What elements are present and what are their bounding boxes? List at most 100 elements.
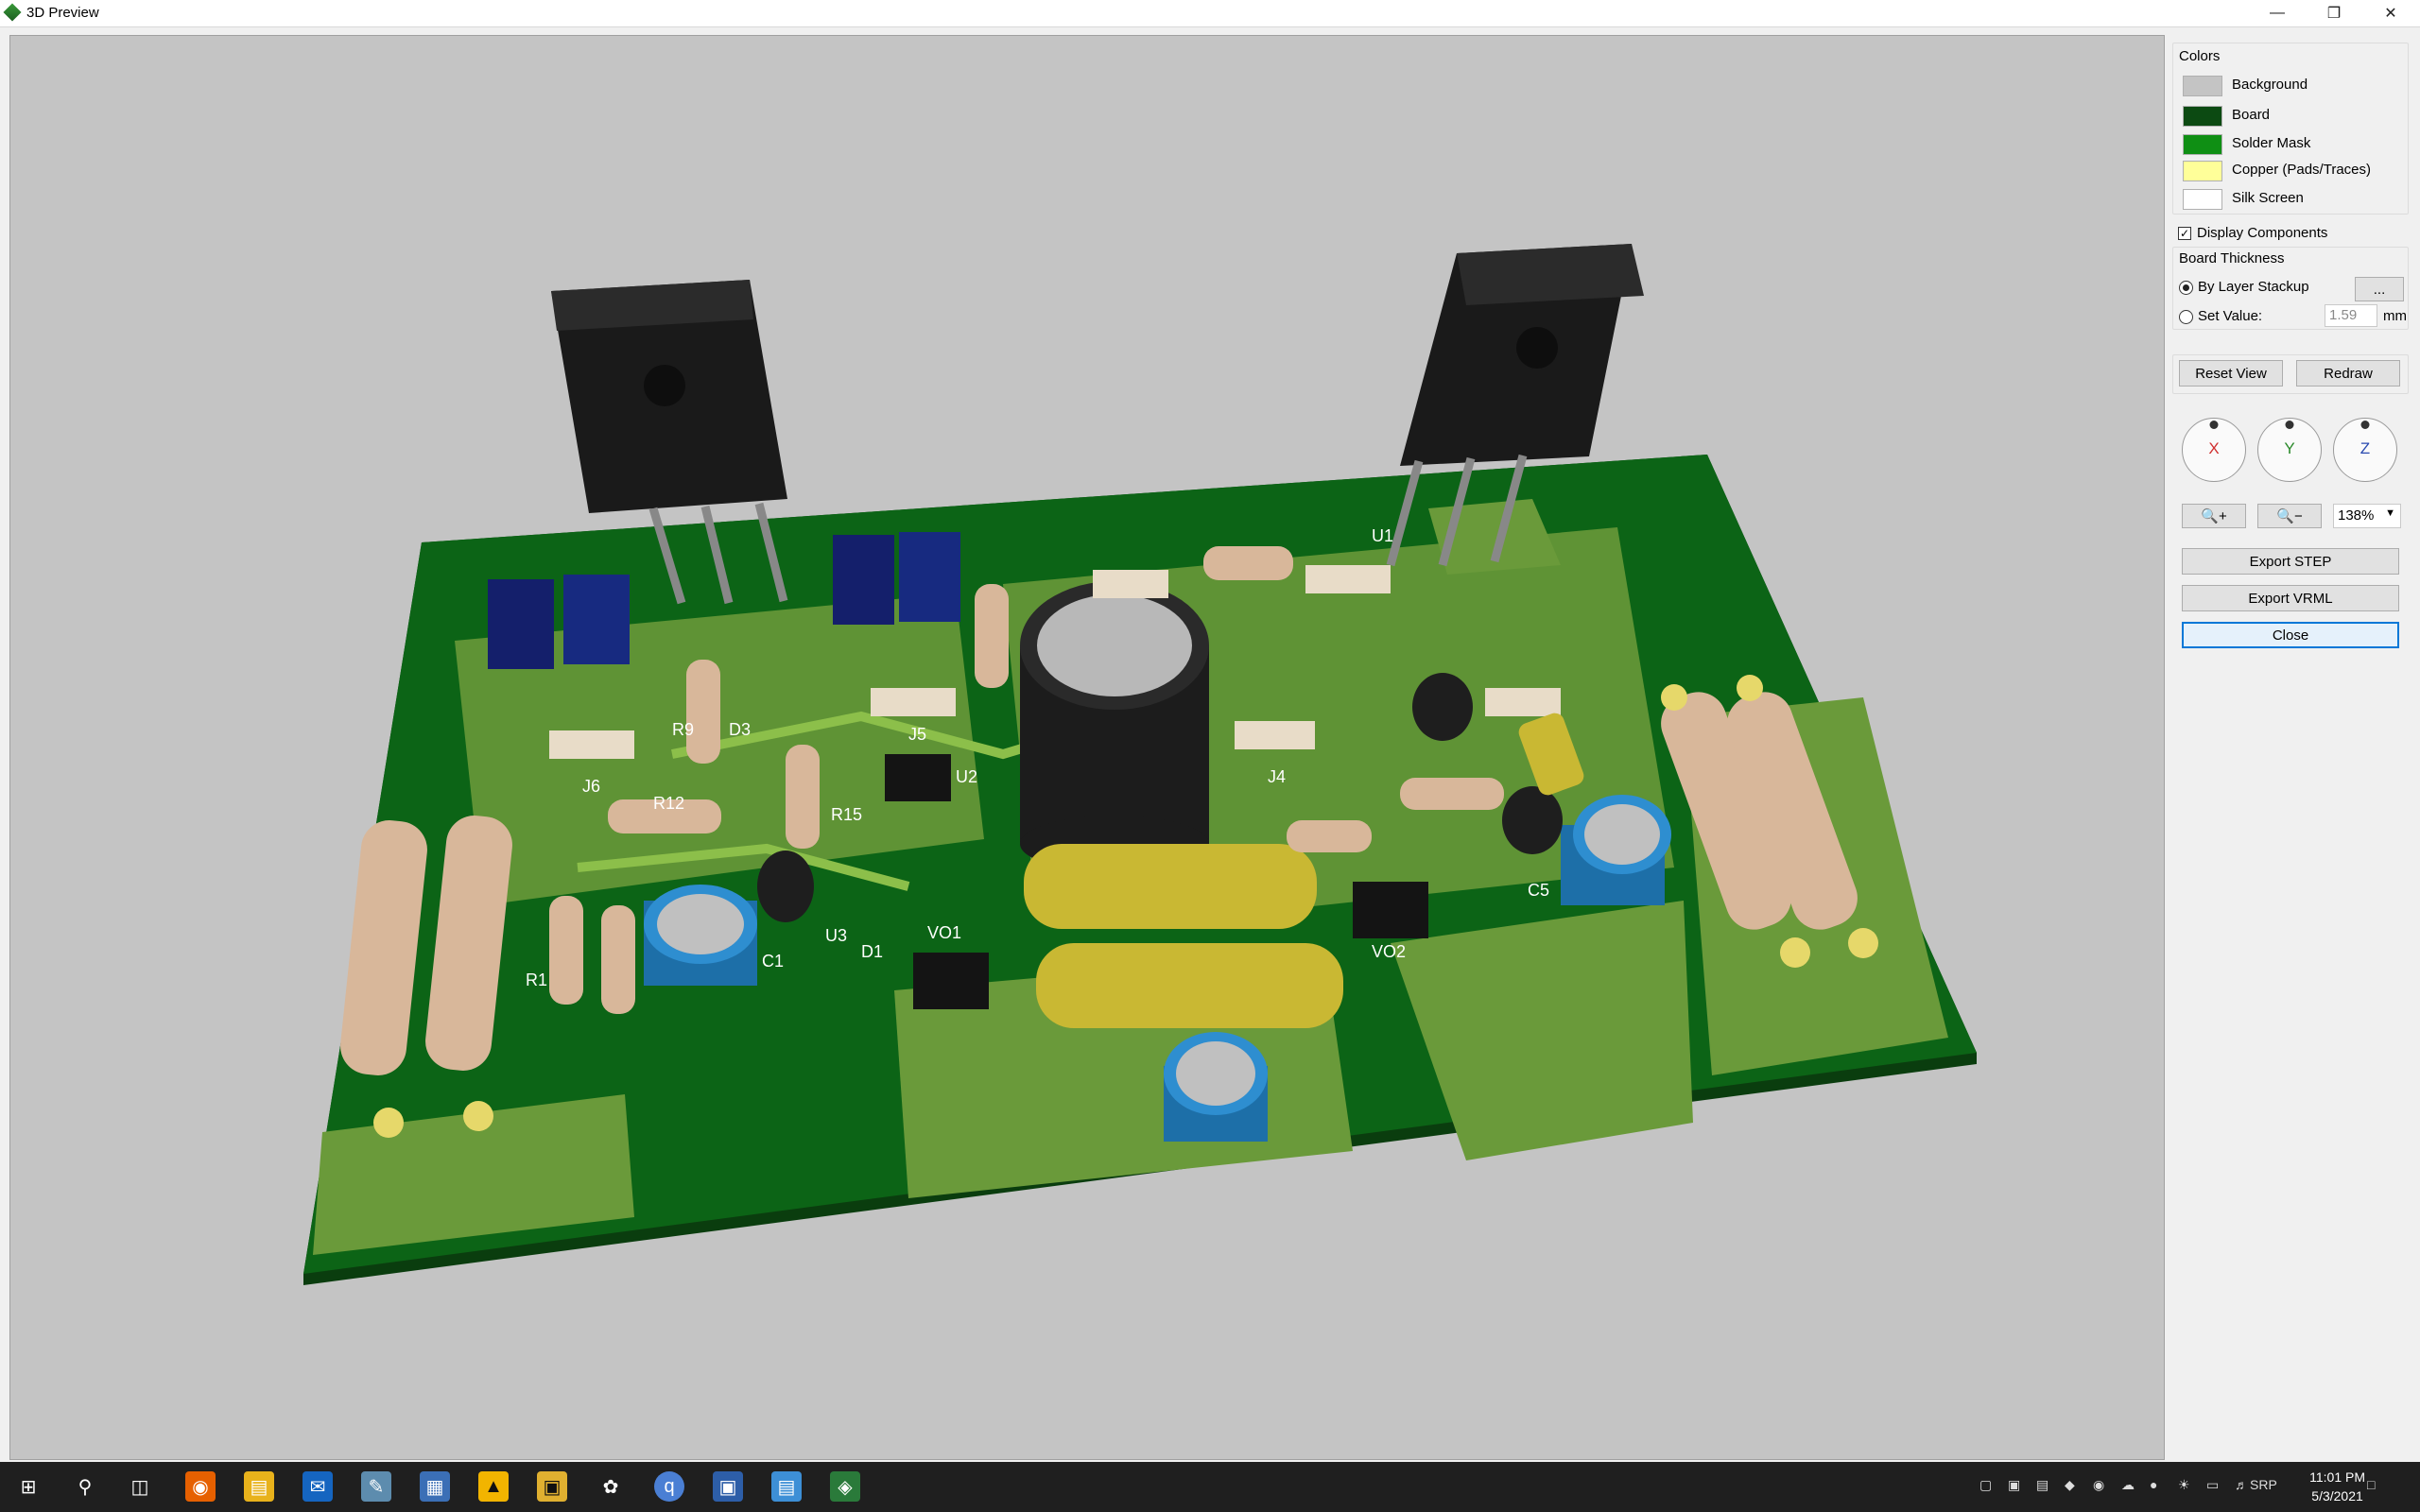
tray-app-icon[interactable]: ◆	[2065, 1477, 2075, 1493]
copper-color-swatch[interactable]	[2183, 161, 2222, 181]
view-buttons-group: Reset View Redraw	[2172, 354, 2409, 394]
language-indicator[interactable]: SRP	[2250, 1477, 2277, 1492]
stackup-settings-button[interactable]: ...	[2355, 277, 2404, 301]
clock-time: 11:01 PM	[2309, 1469, 2365, 1485]
reset-view-button[interactable]: Reset View	[2179, 360, 2283, 387]
tray-app-icon[interactable]: ◉	[2093, 1477, 2104, 1493]
dial-knob[interactable]	[2285, 421, 2294, 429]
tray-app-icon[interactable]: ▤	[2036, 1477, 2048, 1493]
monitor-icon[interactable]: ▢	[1979, 1477, 1992, 1493]
background-color-swatch[interactable]	[2183, 76, 2222, 96]
window-app-icon[interactable]: ▤	[771, 1471, 802, 1502]
silk-label: D1	[861, 942, 883, 961]
cloud-icon[interactable]: ☁	[2121, 1477, 2135, 1493]
close-button[interactable]: Close	[2182, 622, 2399, 648]
silk-label: R15	[831, 805, 862, 824]
board-thickness-heading: Board Thickness	[2179, 250, 2285, 266]
silk-label: R1	[526, 971, 547, 989]
zoom-in-icon: 🔍+	[2201, 508, 2227, 524]
zoom-out-button[interactable]: 🔍−	[2257, 504, 2322, 528]
3d-viewport[interactable]: R9 D3 J6 R12 R15 U2 J5 U1 J4 R1 C1 C5 VO…	[9, 35, 2165, 1460]
silk-label: VO1	[927, 923, 961, 942]
zoom-out-icon: 🔍−	[2276, 508, 2303, 524]
silk-label: R9	[672, 720, 694, 739]
zoom-level-select[interactable]: 138% ▼	[2333, 504, 2401, 528]
silk-label: D3	[729, 720, 751, 739]
taskbar: ⊞ ⚲ ◫ ◉ ▤ ✉ ✎ ▦ ▲ ▣ ✿ q ▣ ▤ ◈ ▢ ▣ ▤ ◆ ◉ …	[0, 1462, 2420, 1512]
calculator-icon[interactable]: ▦	[420, 1471, 450, 1502]
clock[interactable]: 11:01 PM 5/3/2021	[2309, 1468, 2365, 1505]
dial-knob[interactable]	[2360, 421, 2370, 429]
by-layer-stackup-radio[interactable]	[2179, 281, 2193, 295]
silk-label: R12	[653, 794, 684, 813]
warning-app-icon[interactable]: ▲	[478, 1471, 509, 1502]
board-color-swatch[interactable]	[2183, 106, 2222, 127]
close-window-icon[interactable]: ✕	[2363, 0, 2418, 26]
silk-screen-color-label: Silk Screen	[2232, 190, 2304, 206]
task-view-icon[interactable]: ◫	[125, 1471, 155, 1502]
minimize-icon[interactable]: —	[2250, 0, 2305, 26]
x-axis-label: X	[2208, 439, 2220, 457]
silk-label: VO2	[1372, 942, 1406, 961]
silk-label: C5	[1528, 881, 1549, 900]
tray-app-icon[interactable]: ▣	[2008, 1477, 2020, 1493]
export-vrml-button[interactable]: Export VRML	[2182, 585, 2399, 611]
silk-label: J6	[582, 777, 600, 796]
background-color-label: Background	[2232, 77, 2308, 93]
fruit-app-icon[interactable]: ✿	[596, 1471, 626, 1502]
save-disk-icon[interactable]: ▣	[713, 1471, 743, 1502]
redraw-button[interactable]: Redraw	[2296, 360, 2400, 387]
dial-knob[interactable]	[2209, 421, 2219, 429]
zoom-level-value: 138%	[2338, 507, 2375, 524]
colors-heading: Colors	[2179, 48, 2221, 64]
silk-label: U1	[1372, 526, 1393, 545]
silk-screen-color-swatch[interactable]	[2183, 189, 2222, 210]
z-axis-label: Z	[2360, 439, 2371, 457]
board-thickness-group: Board Thickness By Layer Stackup ... Set…	[2172, 247, 2409, 330]
windows-start-icon[interactable]: ⊞	[13, 1471, 43, 1502]
silk-label: C1	[762, 952, 784, 971]
firefox-icon[interactable]: ◉	[185, 1471, 216, 1502]
silk-label: J5	[908, 725, 926, 744]
export-step-button[interactable]: Export STEP	[2182, 548, 2399, 575]
notifications-icon[interactable]: □	[2367, 1477, 2375, 1492]
silk-label: U3	[825, 926, 847, 945]
set-value-label: Set Value:	[2198, 308, 2263, 324]
x-axis-rotation-dial[interactable]: X	[2182, 418, 2246, 482]
solder-mask-color-label: Solder Mask	[2232, 135, 2311, 151]
colors-group: Colors Background Board Solder Mask Copp…	[2172, 43, 2409, 215]
chevron-down-icon: ▼	[2385, 507, 2395, 519]
pcb-3d-render: R9 D3 J6 R12 R15 U2 J5 U1 J4 R1 C1 C5 VO…	[303, 244, 1977, 1285]
app-icon[interactable]: ▣	[537, 1471, 567, 1502]
zoom-in-button[interactable]: 🔍+	[2182, 504, 2246, 528]
network-icon[interactable]: ▭	[2206, 1477, 2219, 1493]
options-panel: Colors Background Board Solder Mask Copp…	[2167, 35, 2412, 1458]
mail-icon[interactable]: ✉	[302, 1471, 333, 1502]
title-bar: 3D Preview — ❐ ✕	[0, 0, 2420, 27]
z-axis-rotation-dial[interactable]: Z	[2333, 418, 2397, 482]
copper-color-label: Copper (Pads/Traces)	[2232, 162, 2371, 178]
tray-app-icon[interactable]: ●	[2150, 1477, 2157, 1492]
set-value-radio[interactable]	[2179, 310, 2193, 324]
silk-label: U2	[956, 767, 977, 786]
thickness-unit-label: mm	[2383, 308, 2407, 324]
tray-app-icon[interactable]: ☀	[2178, 1477, 2190, 1493]
qb-app-icon[interactable]: q	[654, 1471, 684, 1502]
thickness-value-field[interactable]: 1.59	[2325, 304, 2377, 327]
pcb-designer-icon[interactable]: ◈	[830, 1471, 860, 1502]
search-icon[interactable]: ⚲	[70, 1471, 100, 1502]
file-explorer-icon[interactable]: ▤	[244, 1471, 274, 1502]
restore-icon[interactable]: ❐	[2307, 0, 2361, 26]
app-icon	[3, 3, 22, 22]
solder-mask-color-swatch[interactable]	[2183, 134, 2222, 155]
volume-icon[interactable]: ♬	[2235, 1477, 2248, 1492]
y-axis-rotation-dial[interactable]: Y	[2257, 418, 2322, 482]
silk-label: J4	[1268, 767, 1286, 786]
by-layer-stackup-label: By Layer Stackup	[2198, 279, 2309, 295]
display-components-checkbox[interactable]: ✓	[2178, 227, 2191, 240]
window-title: 3D Preview	[26, 5, 99, 21]
display-components-label: Display Components	[2197, 225, 2328, 241]
clock-date: 5/3/2021	[2311, 1488, 2363, 1503]
board-color-label: Board	[2232, 107, 2271, 123]
paint-icon[interactable]: ✎	[361, 1471, 391, 1502]
